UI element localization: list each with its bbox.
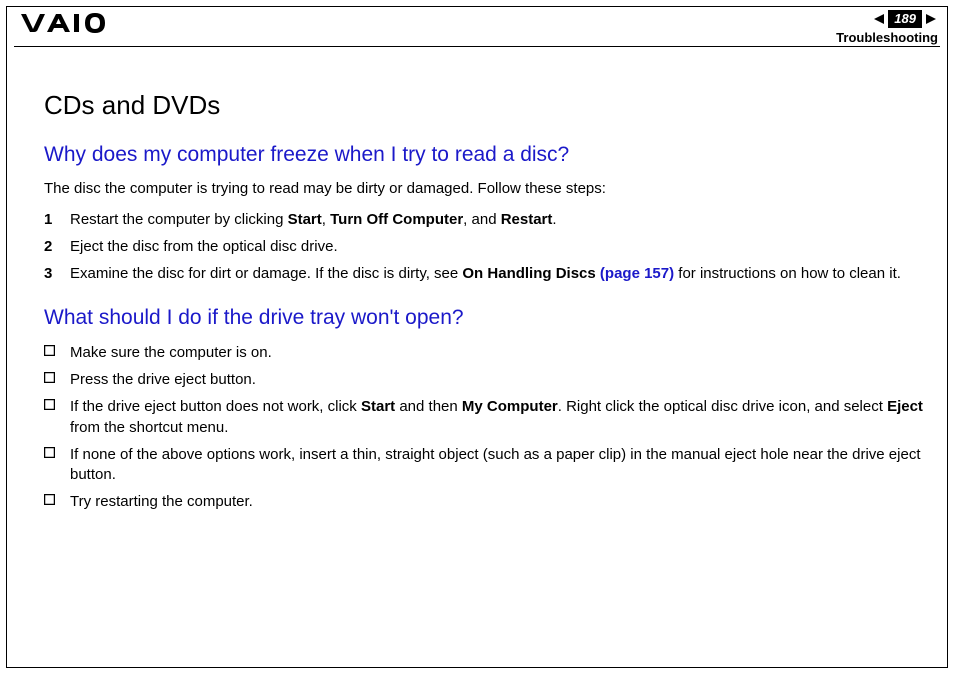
bullet-list: Make sure the computer is on. Press the … <box>44 343 924 513</box>
page-nav: 189 <box>836 10 938 28</box>
question-1-intro: The disc the computer is trying to read … <box>44 179 924 199</box>
header-divider <box>14 46 940 47</box>
main-content: CDs and DVDs Why does my computer freeze… <box>44 88 924 520</box>
list-item: Make sure the computer is on. <box>44 343 924 363</box>
step-text: Examine the disc for dirt or damage. If … <box>70 264 924 284</box>
bullet-text: Try restarting the computer. <box>70 492 924 512</box>
step-number: 2 <box>44 237 70 257</box>
list-item: 2 Eject the disc from the optical disc d… <box>44 237 924 257</box>
page-number: 189 <box>888 10 922 28</box>
step-text: Eject the disc from the optical disc dri… <box>70 237 924 257</box>
step-text: Restart the computer by clicking Start, … <box>70 210 924 230</box>
question-heading-1: Why does my computer freeze when I try t… <box>44 141 924 169</box>
bullet-text: Press the drive eject button. <box>70 370 924 390</box>
square-bullet-icon <box>44 370 70 383</box>
page-title: CDs and DVDs <box>44 88 924 123</box>
step-number: 3 <box>44 264 70 284</box>
step-number: 1 <box>44 210 70 230</box>
list-item: If none of the above options work, inser… <box>44 445 924 486</box>
list-item: If the drive eject button does not work,… <box>44 397 924 438</box>
bullet-text: If the drive eject button does not work,… <box>70 397 924 438</box>
list-item: 1 Restart the computer by clicking Start… <box>44 210 924 230</box>
list-item: Try restarting the computer. <box>44 492 924 512</box>
header-right: 189 Troubleshooting <box>836 10 938 45</box>
bullet-text: If none of the above options work, inser… <box>70 445 924 486</box>
page-link[interactable]: (page 157) <box>600 265 674 282</box>
bullet-text: Make sure the computer is on. <box>70 343 924 363</box>
header-section: Troubleshooting <box>836 30 938 45</box>
list-item: Press the drive eject button. <box>44 370 924 390</box>
list-item: 3 Examine the disc for dirt or damage. I… <box>44 264 924 284</box>
page-header: 189 Troubleshooting <box>14 10 940 46</box>
question-heading-2: What should I do if the drive tray won't… <box>44 304 924 332</box>
square-bullet-icon <box>44 343 70 356</box>
numbered-list: 1 Restart the computer by clicking Start… <box>44 210 924 285</box>
square-bullet-icon <box>44 397 70 410</box>
square-bullet-icon <box>44 445 70 458</box>
square-bullet-icon <box>44 492 70 505</box>
vaio-logo <box>20 12 120 39</box>
next-page-arrow-icon[interactable] <box>924 12 938 26</box>
prev-page-arrow-icon[interactable] <box>872 12 886 26</box>
